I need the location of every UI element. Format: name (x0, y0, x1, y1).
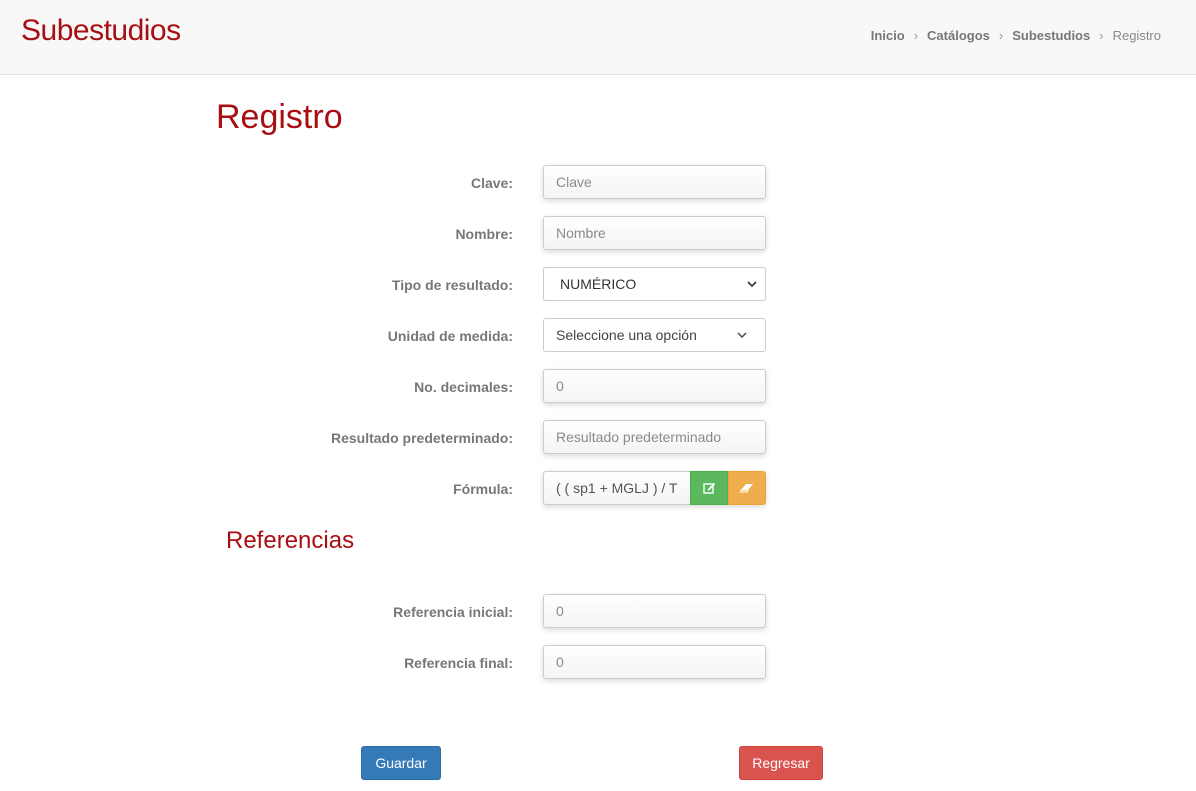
edit-icon (702, 483, 715, 494)
top-bar: Subestudios Inicio › Catálogos › Subestu… (0, 0, 1196, 75)
resultado-predeterminado-label: Resultado predeterminado: (330, 430, 513, 446)
nombre-row: Nombre: (0, 216, 1196, 250)
referencia-final-row: Referencia final: (0, 645, 1196, 679)
unidad-medida-label: Unidad de medida: (387, 328, 513, 344)
tipo-resultado-label: Tipo de resultado: (391, 277, 513, 293)
eraser-icon (740, 484, 753, 493)
referencias-title: Referencias (226, 527, 355, 554)
tipo-resultado-value: NUMÉRICO (560, 276, 637, 292)
breadcrumb-subestudios[interactable]: Subestudios (1012, 28, 1090, 43)
referencia-inicial-input[interactable] (543, 594, 766, 628)
breadcrumb-inicio[interactable]: Inicio (871, 28, 905, 43)
breadcrumb: Inicio › Catálogos › Subestudios › Regis… (871, 28, 1161, 43)
formula-label: Fórmula: (453, 481, 513, 497)
back-button[interactable]: Regresar (739, 746, 823, 780)
edit-formula-button[interactable] (690, 471, 728, 505)
unidad-medida-row: Unidad de medida: Seleccione una opción (0, 318, 1196, 352)
clave-input[interactable] (543, 165, 766, 199)
tipo-resultado-row: Tipo de resultado: NUMÉRICO (0, 267, 1196, 301)
tipo-resultado-select[interactable]: NUMÉRICO (543, 267, 766, 301)
referencia-inicial-label: Referencia inicial: (393, 604, 513, 620)
formula-input[interactable] (543, 471, 690, 505)
referencia-inicial-row: Referencia inicial: (0, 594, 1196, 628)
referencia-final-input[interactable] (543, 645, 766, 679)
decimales-label: No. decimales: (414, 379, 513, 395)
page-title: Registro (216, 98, 343, 136)
save-button[interactable]: Guardar (361, 746, 441, 780)
chevron-down-icon (737, 332, 747, 338)
formula-input-group (543, 471, 766, 505)
unidad-medida-select[interactable]: Seleccione una opción (543, 318, 766, 352)
chevron-down-icon (747, 280, 757, 287)
decimales-input[interactable] (543, 369, 766, 403)
resultado-predeterminado-row: Resultado predeterminado: (0, 420, 1196, 454)
breadcrumb-registro: Registro (1112, 28, 1161, 43)
decimales-row: No. decimales: (0, 369, 1196, 403)
nombre-input[interactable] (543, 216, 766, 250)
breadcrumb-separator-icon: › (1099, 28, 1104, 43)
clave-row: Clave: (0, 165, 1196, 199)
clear-formula-button[interactable] (728, 471, 766, 505)
resultado-predeterminado-input[interactable] (543, 420, 766, 454)
nombre-label: Nombre: (455, 226, 513, 242)
formula-row: Fórmula: (0, 471, 1196, 505)
breadcrumb-separator-icon: › (913, 28, 919, 43)
clave-label: Clave: (470, 175, 513, 191)
referencia-final-label: Referencia final: (404, 655, 513, 671)
app-title: Subestudios (21, 14, 181, 47)
breadcrumb-separator-icon: › (998, 28, 1004, 43)
unidad-medida-value: Seleccione una opción (556, 327, 697, 343)
breadcrumb-catalogos[interactable]: Catálogos (927, 28, 990, 43)
